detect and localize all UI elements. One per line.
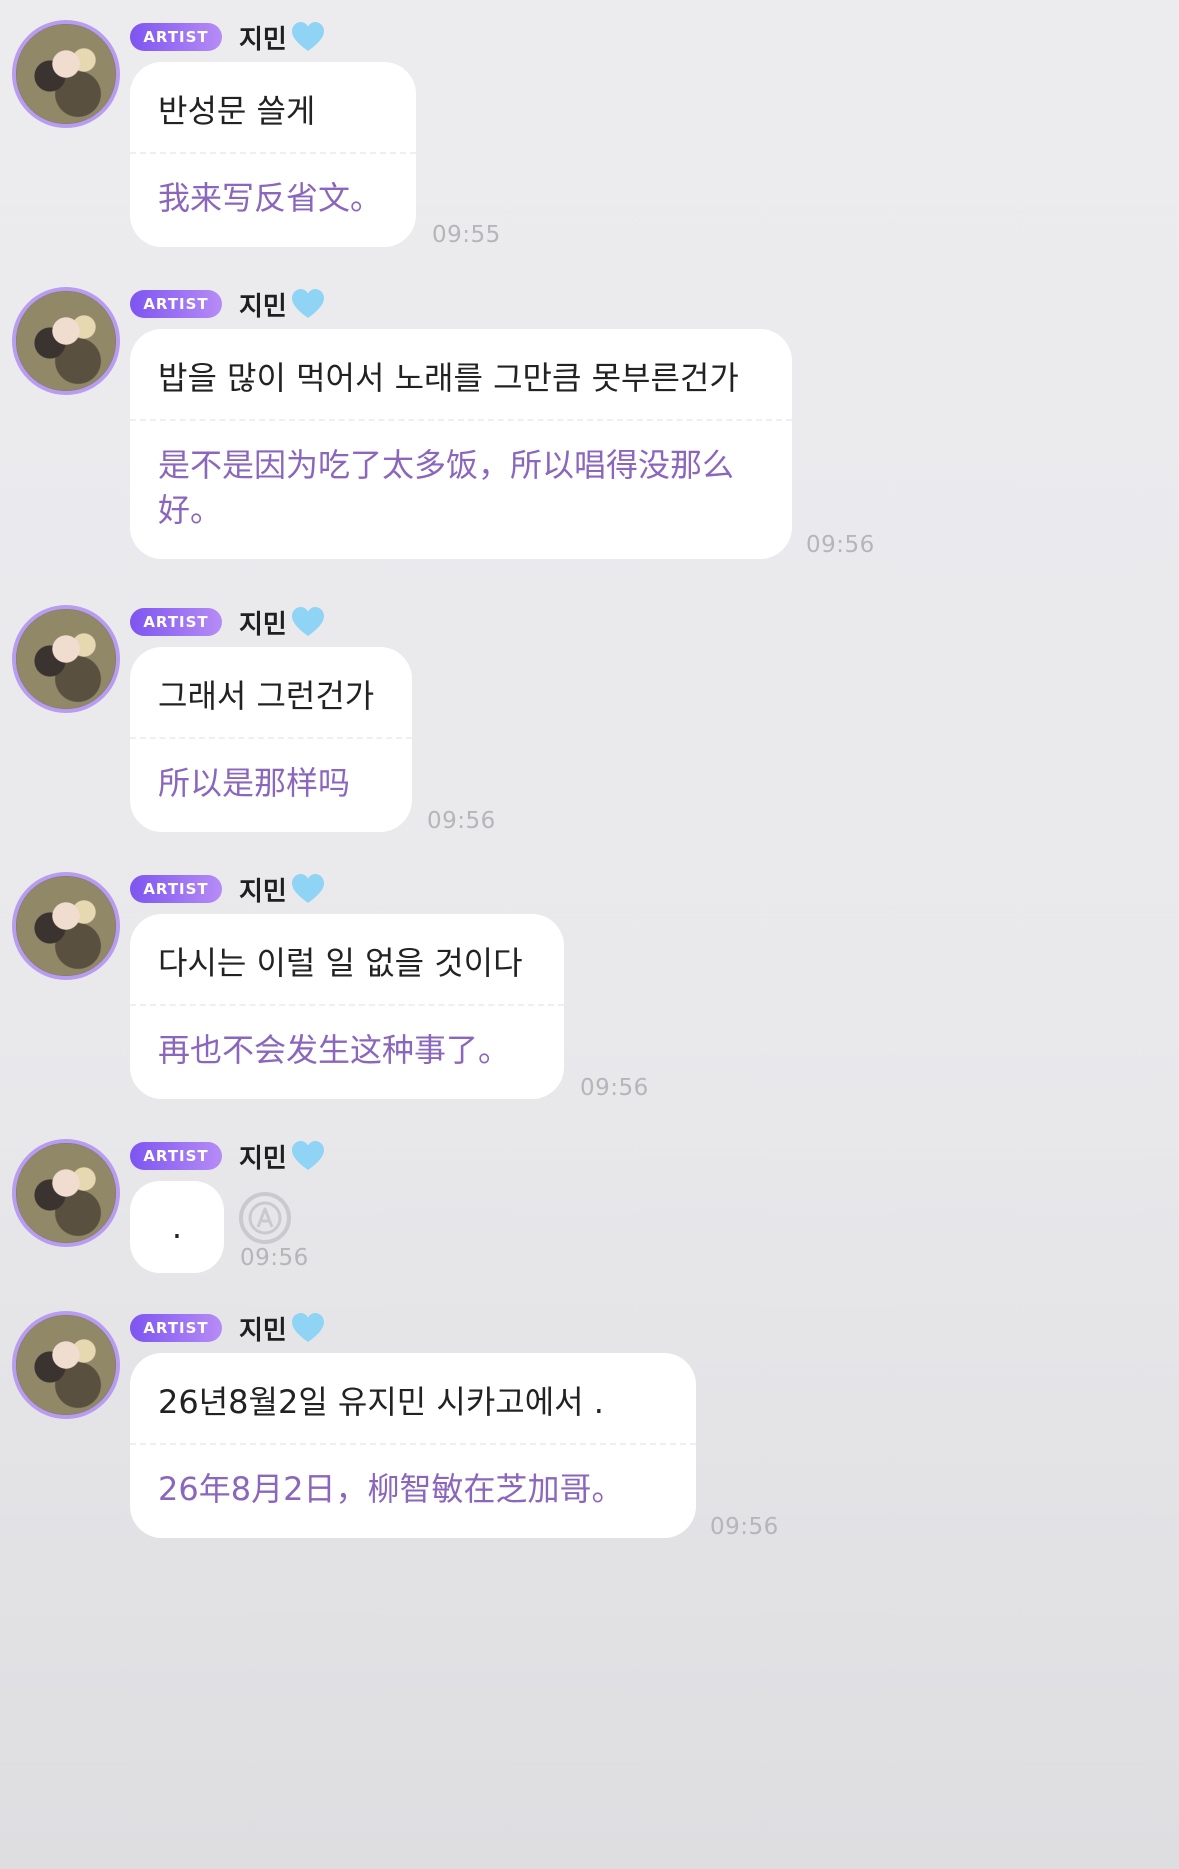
artist-avatar[interactable] bbox=[12, 872, 120, 980]
message-bubble[interactable]: 밥을 많이 먹어서 노래를 그만큼 못부른건가 是不是因为吃了太多饭，所以唱得没… bbox=[130, 329, 792, 559]
sender-name: 지민 bbox=[239, 24, 287, 55]
message-header: ARTIST 지민 bbox=[130, 1313, 325, 1346]
message-bubble[interactable]: 반성문 쓸게 我来写反省文。 bbox=[130, 62, 416, 248]
message-header: ARTIST 지민 bbox=[130, 1141, 325, 1174]
chinese-translation: 再也不会发生这种事了。 bbox=[158, 1031, 511, 1070]
light-blue-heart-icon bbox=[291, 874, 324, 903]
chinese-translation: 26年8月2日，柳智敏在芝加哥。 bbox=[158, 1470, 624, 1509]
artist-avatar[interactable] bbox=[12, 1311, 120, 1419]
timestamp: 09:56 bbox=[427, 808, 496, 834]
message-bubble[interactable]: . bbox=[130, 1181, 224, 1273]
artist-badge: ARTIST bbox=[130, 875, 222, 903]
message-header: ARTIST 지민 bbox=[130, 289, 325, 322]
message-header: ARTIST 지민 bbox=[130, 874, 325, 907]
chinese-translation: 我来写反省文。 bbox=[158, 179, 383, 218]
artist-badge: ARTIST bbox=[130, 1142, 222, 1170]
timestamp: 09:56 bbox=[580, 1075, 649, 1101]
timestamp: 09:56 bbox=[240, 1245, 309, 1271]
message-bubble[interactable]: 다시는 이럴 일 없을 것이다 再也不会发生这种事了。 bbox=[130, 914, 564, 1100]
artist-avatar[interactable] bbox=[12, 605, 120, 713]
chinese-translation: 是不是因为吃了太多饭，所以唱得没那么好。 bbox=[158, 446, 735, 530]
message-header: ARTIST 지민 bbox=[130, 607, 325, 640]
sender-name: 지민 bbox=[239, 1143, 287, 1174]
message-header: ARTIST 지민 bbox=[130, 22, 325, 55]
message-bubble[interactable]: 26년8월2일 유지민 시카고에서 . 26年8月2日，柳智敏在芝加哥。 bbox=[130, 1353, 696, 1539]
sender-name: 지민 bbox=[239, 876, 287, 907]
sender-name: 지민 bbox=[239, 1315, 287, 1346]
sender-name: 지민 bbox=[239, 291, 287, 322]
artist-badge: ARTIST bbox=[130, 1314, 222, 1342]
message-bubble[interactable]: 그래서 그런건가 所以是那样吗 bbox=[130, 647, 412, 833]
artist-avatar[interactable] bbox=[12, 287, 120, 395]
light-blue-heart-icon bbox=[291, 1141, 324, 1170]
artist-badge: ARTIST bbox=[130, 23, 222, 51]
light-blue-heart-icon bbox=[291, 607, 324, 636]
timestamp: 09:56 bbox=[806, 532, 875, 558]
artist-badge: ARTIST bbox=[130, 290, 222, 318]
korean-text: 그래서 그런건가 bbox=[158, 677, 375, 715]
artist-avatar[interactable] bbox=[12, 20, 120, 128]
light-blue-heart-icon bbox=[291, 1313, 324, 1342]
timestamp: 09:55 bbox=[432, 222, 501, 248]
korean-text: 26년8월2일 유지민 시카고에서 . bbox=[158, 1383, 604, 1421]
artist-badge: ARTIST bbox=[130, 608, 222, 636]
light-blue-heart-icon bbox=[291, 22, 324, 51]
sender-name: 지민 bbox=[239, 609, 287, 640]
translate-icon[interactable] bbox=[238, 1191, 292, 1245]
korean-text: 밥을 많이 먹어서 노래를 그만큼 못부른건가 bbox=[158, 359, 739, 397]
chinese-translation: 所以是那样吗 bbox=[158, 764, 351, 803]
artist-avatar[interactable] bbox=[12, 1139, 120, 1247]
timestamp: 09:56 bbox=[710, 1514, 779, 1540]
korean-text: 반성문 쓸게 bbox=[158, 92, 316, 130]
korean-text: 다시는 이럴 일 없을 것이다 bbox=[158, 944, 523, 982]
light-blue-heart-icon bbox=[291, 289, 324, 318]
